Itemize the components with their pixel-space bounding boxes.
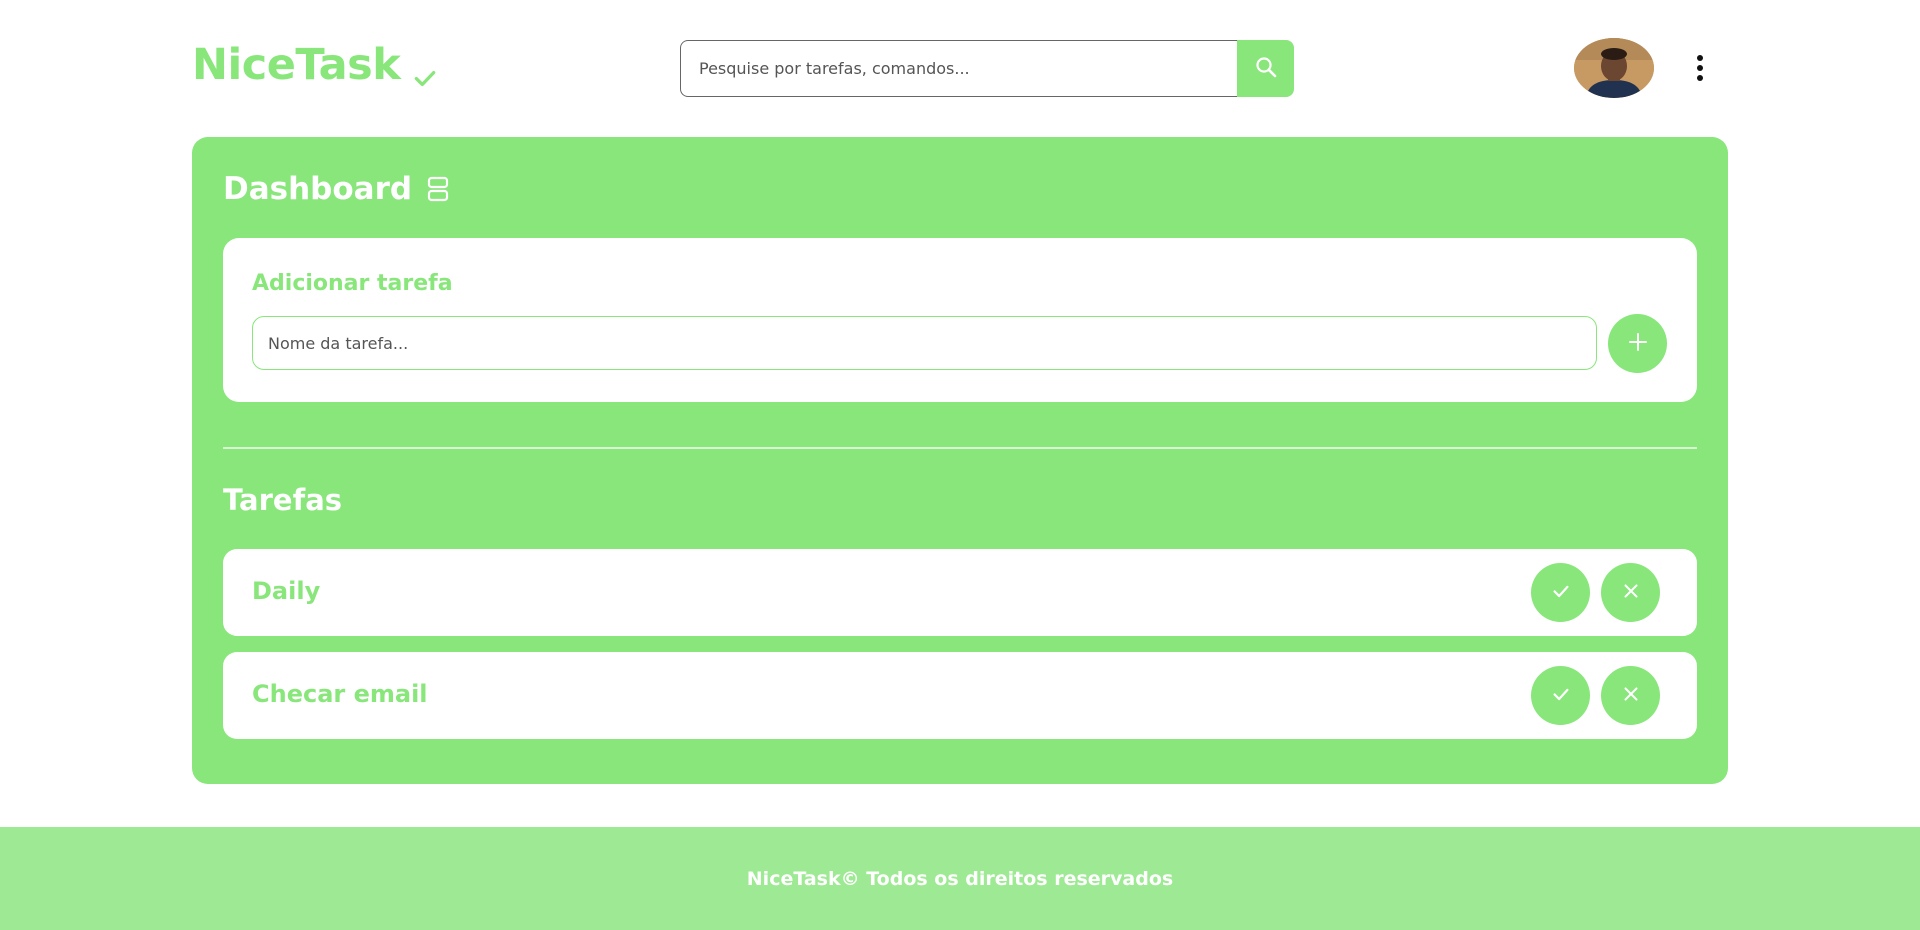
header: NiceTask bbox=[0, 0, 1920, 136]
footer: NiceTask© Todos os direitos reservados bbox=[0, 827, 1920, 930]
task-item: Daily bbox=[223, 549, 1697, 636]
plus-icon bbox=[1627, 331, 1649, 357]
check-icon bbox=[412, 52, 438, 87]
menu-dot bbox=[1697, 75, 1703, 81]
delete-task-button[interactable] bbox=[1601, 666, 1660, 725]
complete-task-button[interactable] bbox=[1531, 666, 1590, 725]
add-task-button[interactable] bbox=[1608, 314, 1667, 373]
dashboard-title-text: Dashboard bbox=[223, 171, 413, 207]
close-icon bbox=[1620, 683, 1642, 709]
search-icon bbox=[1254, 55, 1278, 83]
search-bar bbox=[680, 40, 1294, 97]
check-icon bbox=[1550, 580, 1572, 606]
task-name-input[interactable] bbox=[252, 316, 1597, 370]
check-icon bbox=[1550, 683, 1572, 709]
brand-name: NiceTask bbox=[192, 40, 401, 90]
search-button[interactable] bbox=[1237, 40, 1294, 97]
menu-dot bbox=[1697, 65, 1703, 71]
task-name: Daily bbox=[252, 577, 321, 605]
brand-logo[interactable]: NiceTask bbox=[192, 40, 438, 90]
divider bbox=[223, 447, 1697, 449]
add-task-card: Adicionar tarefa bbox=[223, 238, 1697, 402]
search-input[interactable] bbox=[680, 40, 1237, 97]
task-name: Checar email bbox=[252, 680, 428, 708]
footer-copyright: NiceTask© Todos os direitos reservados bbox=[746, 867, 1174, 890]
complete-task-button[interactable] bbox=[1531, 563, 1590, 622]
dashboard-title: Dashboard bbox=[223, 171, 450, 207]
avatar[interactable] bbox=[1574, 38, 1654, 98]
task-item: Checar email bbox=[223, 652, 1697, 739]
tasks-title: Tarefas bbox=[223, 483, 343, 517]
kebab-menu-icon[interactable] bbox=[1686, 50, 1714, 86]
layout-rows-icon bbox=[426, 175, 450, 203]
close-icon bbox=[1620, 580, 1642, 606]
menu-dot bbox=[1697, 55, 1703, 61]
delete-task-button[interactable] bbox=[1601, 563, 1660, 622]
dashboard-panel: Dashboard Adicionar tarefa Tarefas Daily bbox=[192, 137, 1728, 784]
add-task-title: Adicionar tarefa bbox=[252, 271, 453, 296]
